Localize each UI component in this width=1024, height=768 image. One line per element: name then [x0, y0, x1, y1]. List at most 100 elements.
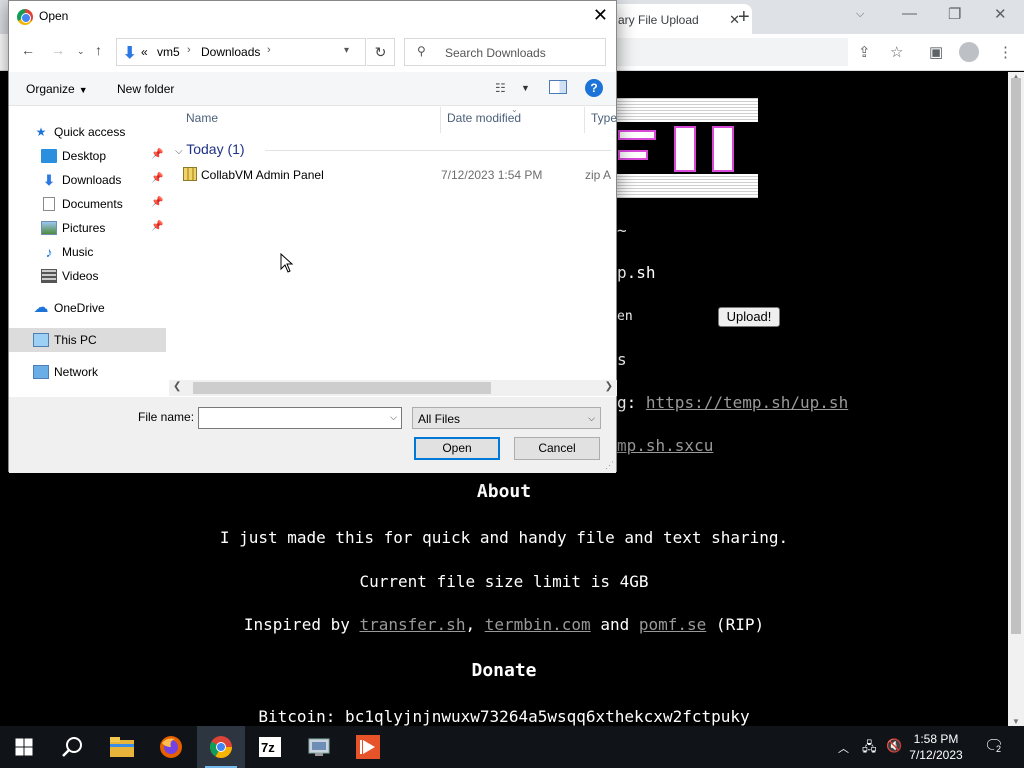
page-line: s: [617, 350, 627, 369]
horizontal-scrollbar[interactable]: ❮ ❯: [169, 380, 617, 396]
volume-muted-icon[interactable]: 🔇: [886, 738, 902, 754]
nav-item-pictures[interactable]: Pictures 📌: [9, 217, 166, 239]
menu-icon[interactable]: ⋮: [998, 43, 1013, 61]
network-icon: [33, 365, 49, 379]
upload-command-line: g: https://temp.sh/up.sh: [617, 393, 848, 412]
chevron-down-icon[interactable]: ▾: [344, 45, 349, 56]
tray-overflow-icon[interactable]: ︿: [838, 740, 849, 756]
pin-icon[interactable]: 📌: [151, 221, 163, 232]
profile-avatar[interactable]: [959, 42, 979, 62]
resize-grip-icon[interactable]: ⋰: [605, 460, 614, 471]
group-header[interactable]: ⌵ Today (1): [175, 141, 245, 157]
open-button[interactable]: Open: [414, 437, 500, 460]
transfer-sh-link[interactable]: transfer.sh: [359, 615, 465, 634]
up-arrow-icon[interactable]: ↑: [95, 42, 102, 58]
cancel-button[interactable]: Cancel: [514, 437, 600, 460]
column-divider[interactable]: [584, 107, 585, 133]
chevron-down-icon[interactable]: ▼: [521, 83, 530, 93]
dialog-titlebar[interactable]: Open ✕: [9, 1, 616, 32]
breadcrumb-vm5[interactable]: vm5: [157, 45, 180, 59]
column-divider[interactable]: [440, 107, 441, 133]
breadcrumb-overflow[interactable]: «: [141, 45, 148, 59]
taskbar-network-tool[interactable]: [295, 726, 343, 768]
file-list: ⌄ Name Date modified Type ⌵ Today (1) Co…: [169, 107, 617, 381]
command-bar: Organize ▼ New folder ☷ ▼ ?: [9, 72, 616, 106]
nav-item-videos[interactable]: Videos: [9, 265, 166, 287]
new-tab-button[interactable]: +: [738, 6, 750, 29]
inspired-and: and: [590, 615, 639, 634]
computer-icon: [33, 333, 49, 347]
view-options-icon[interactable]: ☷: [495, 81, 506, 95]
chrome-icon: [17, 9, 33, 25]
nav-item-music[interactable]: ♪ Music: [9, 241, 166, 263]
scroll-left-icon[interactable]: ❮: [173, 381, 181, 392]
termbin-link[interactable]: termbin.com: [485, 615, 591, 634]
file-row[interactable]: CollabVM Admin Panel 7/12/2023 1:54 PM z…: [183, 165, 617, 187]
file-type-filter[interactable]: All Files ⌵: [412, 407, 601, 429]
dialog-close-button[interactable]: ✕: [593, 5, 608, 26]
restore-button[interactable]: ❐: [948, 5, 961, 23]
scrollbar-thumb[interactable]: [193, 382, 491, 394]
close-window-button[interactable]: ✕: [994, 5, 1007, 23]
nav-item-documents[interactable]: Documents 📌: [9, 193, 166, 215]
forward-arrow-icon[interactable]: →: [51, 42, 65, 58]
scrollbar-thumb[interactable]: [1011, 78, 1021, 634]
chevron-right-icon[interactable]: ›: [267, 44, 271, 56]
chevron-down-icon[interactable]: ⌵: [588, 413, 595, 424]
taskbar-file-explorer[interactable]: [98, 726, 146, 768]
upload-script-link[interactable]: https://temp.sh/up.sh: [646, 393, 848, 412]
bookmark-star-icon[interactable]: ☆: [890, 43, 903, 61]
nav-item-onedrive[interactable]: ☁ OneDrive: [9, 297, 166, 319]
pin-icon[interactable]: 📌: [151, 149, 163, 160]
notifications-count: 2: [994, 744, 1004, 754]
refresh-button[interactable]: ↻: [367, 38, 395, 66]
address-bar[interactable]: [600, 38, 848, 66]
network-status-icon[interactable]: 🖧: [862, 738, 877, 760]
taskbar-chrome[interactable]: [197, 726, 245, 768]
side-panel-icon[interactable]: ▣: [929, 43, 943, 61]
file-name-label: File name:: [138, 410, 195, 424]
nav-item-label: This PC: [54, 333, 97, 347]
nav-item-quick-access[interactable]: ★ Quick access: [9, 121, 166, 143]
organize-button[interactable]: Organize ▼: [26, 82, 88, 96]
file-name-input[interactable]: ⌵: [198, 407, 402, 429]
pin-icon[interactable]: 📌: [151, 173, 163, 184]
taskbar-search-button[interactable]: [48, 726, 96, 768]
nav-item-label: Downloads: [62, 173, 122, 187]
taskbar-7zip[interactable]: 7z: [246, 726, 294, 768]
taskbar-media-app[interactable]: [344, 726, 392, 768]
column-header-date[interactable]: Date modified: [447, 111, 521, 135]
search-input[interactable]: Search Downloads: [445, 46, 546, 60]
upload-button[interactable]: Upload!: [718, 307, 780, 327]
sharex-config-link[interactable]: mp.sh.sxcu: [617, 436, 713, 455]
new-folder-button[interactable]: New folder: [117, 82, 174, 96]
search-box[interactable]: ⚲ Search Downloads: [404, 38, 606, 66]
minimize-button[interactable]: —: [902, 5, 917, 22]
page-scrollbar[interactable]: ▲ ▼: [1008, 72, 1024, 726]
tab-search-icon[interactable]: ⌵: [856, 8, 864, 21]
help-icon[interactable]: ?: [585, 79, 603, 97]
taskbar-firefox[interactable]: [147, 726, 195, 768]
chevron-right-icon[interactable]: ›: [187, 44, 191, 56]
recent-locations-icon[interactable]: ⌄: [77, 46, 85, 57]
column-header-name[interactable]: Name: [186, 111, 218, 135]
nav-item-desktop[interactable]: Desktop 📌: [9, 145, 166, 167]
scroll-right-icon[interactable]: ❯: [605, 381, 613, 392]
pomf-link[interactable]: pomf.se: [639, 615, 706, 634]
nav-item-downloads[interactable]: ⬇ Downloads 📌: [9, 169, 166, 191]
pin-icon[interactable]: 📌: [151, 197, 163, 208]
address-breadcrumb[interactable]: ⬇ « vm5 › Downloads › ▾: [116, 38, 366, 66]
preview-pane-icon[interactable]: [549, 80, 567, 94]
taskbar-clock[interactable]: 1:58 PM 7/12/2023: [906, 731, 966, 763]
chevron-down-icon[interactable]: ⌵: [390, 412, 397, 423]
start-button[interactable]: [0, 726, 48, 768]
scroll-down-icon[interactable]: ▼: [1012, 717, 1020, 726]
nav-item-network[interactable]: Network: [9, 361, 166, 383]
browser-tab[interactable]: ary File Upload ✕: [600, 4, 752, 34]
nav-item-this-pc[interactable]: This PC: [9, 328, 166, 352]
column-header-type[interactable]: Type: [591, 111, 617, 135]
share-icon[interactable]: ⇪: [858, 43, 871, 61]
taskbar: 7z ︿ 🖧 🔇 1:58 PM 7/12/2023 🗨 2: [0, 726, 1024, 768]
back-arrow-icon[interactable]: ←: [21, 42, 35, 58]
breadcrumb-downloads[interactable]: Downloads: [201, 45, 260, 59]
